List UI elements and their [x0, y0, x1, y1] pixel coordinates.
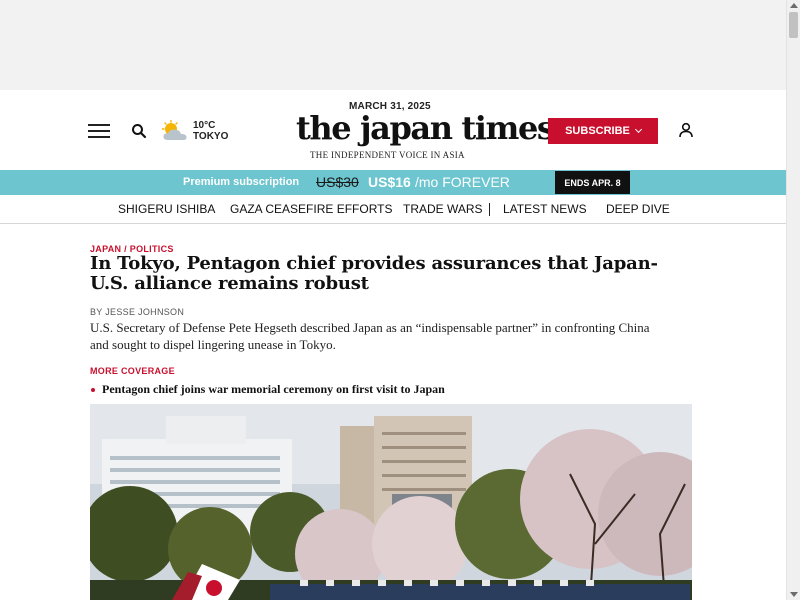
scroll-down-arrow-icon[interactable]	[790, 592, 798, 597]
article-summary: U.S. Secretary of Defense Pete Hegseth d…	[90, 320, 650, 352]
topic-link-trade-wars[interactable]: TRADE WARS	[403, 202, 483, 216]
bullet-icon	[91, 388, 95, 392]
partly-cloudy-icon	[161, 120, 187, 140]
weather-temperature: 10°C	[193, 120, 216, 131]
site-logo-text: the japan times	[296, 109, 548, 147]
subscribe-label: SUBSCRIBE	[565, 125, 630, 137]
promo-new-price: US$16	[368, 174, 411, 190]
weather-city: TOKYO	[193, 131, 229, 142]
scrollbar[interactable]	[786, 0, 800, 600]
site-tagline: THE INDEPENDENT VOICE IN ASIA	[310, 150, 465, 160]
scrollbar-thumb[interactable]	[789, 12, 798, 38]
site-header: 10°C TOKYO MARCH 31, 2025 the japan time…	[0, 90, 786, 170]
article-byline: BY JESSE JOHNSON	[90, 307, 185, 317]
site-logo[interactable]: the japan times	[296, 106, 548, 150]
topic-nav: SHIGERU ISHIBA GAZA CEASEFIRE EFFORTS TR…	[0, 195, 786, 224]
topic-divider	[489, 203, 490, 216]
chevron-down-icon	[634, 125, 642, 134]
premium-promo-banner[interactable]: Premium subscription US$30 US$16 /mo FOR…	[0, 170, 786, 195]
hamburger-menu-icon[interactable]	[88, 124, 110, 138]
promo-label: Premium subscription	[183, 176, 300, 188]
promo-ends-badge: ENDS APR. 8	[555, 171, 630, 194]
scroll-up-arrow-icon[interactable]	[790, 3, 798, 8]
more-coverage-label: MORE COVERAGE	[90, 366, 175, 376]
topic-link-deep-dive[interactable]: DEEP DIVE	[606, 202, 670, 216]
promo-price-suffix: /mo FOREVER	[415, 174, 510, 190]
user-icon[interactable]	[678, 122, 694, 138]
promo-old-price: US$30	[316, 174, 359, 190]
search-icon[interactable]	[131, 123, 147, 139]
more-coverage-link[interactable]: Pentagon chief joins war memorial ceremo…	[102, 382, 445, 397]
ad-space	[0, 0, 786, 90]
topic-link-shigeru-ishiba[interactable]: SHIGERU ISHIBA	[118, 202, 215, 216]
topic-link-gaza-ceasefire[interactable]: GAZA CEASEFIRE EFFORTS	[230, 202, 392, 216]
subscribe-button[interactable]: SUBSCRIBE	[548, 118, 658, 144]
topic-link-latest-news[interactable]: LATEST NEWS	[503, 202, 587, 216]
hero-image[interactable]	[90, 404, 692, 600]
article-headline[interactable]: In Tokyo, Pentagon chief provides assura…	[90, 254, 690, 294]
